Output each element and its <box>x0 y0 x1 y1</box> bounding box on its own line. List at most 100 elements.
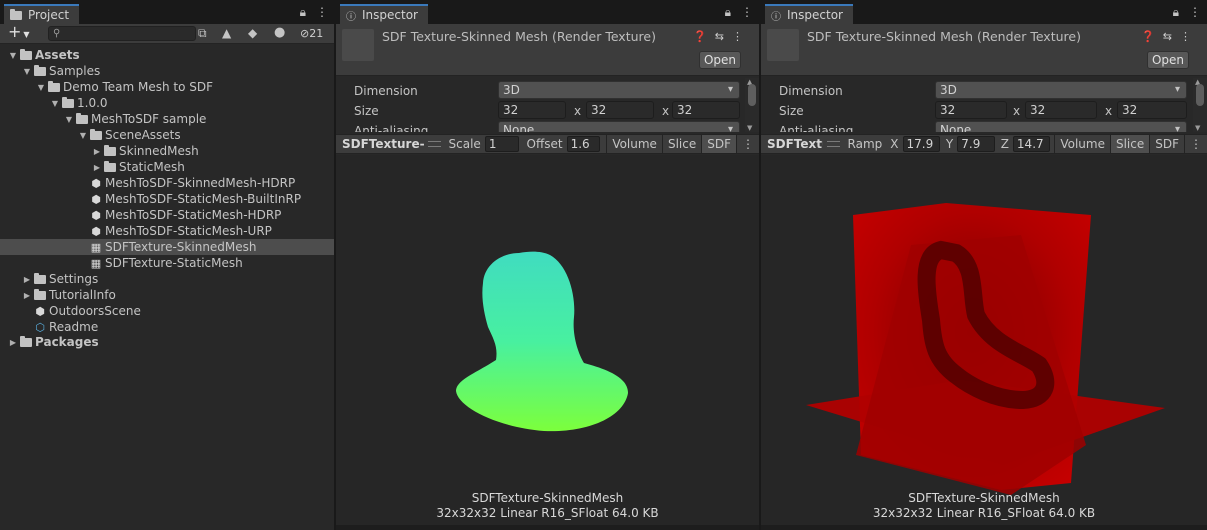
info-icon[interactable]: ● <box>274 25 285 40</box>
y-label: Y <box>945 137 954 151</box>
expand-arrow-icon[interactable]: ▼ <box>78 131 88 140</box>
y-field[interactable]: 7.9 <box>957 136 995 152</box>
kebab-menu-icon[interactable]: ⋮ <box>1180 30 1191 43</box>
scrollbar-thumb[interactable] <box>748 84 756 106</box>
collapse-arrow-icon[interactable]: ▶ <box>22 291 32 300</box>
size-x-field[interactable]: 32 <box>935 101 1007 119</box>
properties: Dimension 3D Size 32 x 32 x 32 Anti-alia… <box>761 78 1193 132</box>
tree-item[interactable]: ▦ SDFTexture-StaticMesh <box>0 255 334 271</box>
help-icon[interactable]: ❓ <box>1141 30 1155 43</box>
open-button[interactable]: Open <box>1147 51 1189 69</box>
collapse-arrow-icon[interactable]: ▶ <box>22 275 32 284</box>
kebab-menu-icon[interactable]: ⋮ <box>736 135 759 153</box>
offset-field[interactable]: 1.6 <box>566 136 601 152</box>
size-x-field[interactable]: 32 <box>498 101 566 119</box>
anti-aliasing-dropdown[interactable]: None <box>935 121 1187 132</box>
tree-item[interactable]: ⬢ OutdoorsScene <box>0 303 334 319</box>
tree-item[interactable]: ▶ Settings <box>0 271 334 287</box>
scroll-down-icon[interactable]: ▼ <box>1195 124 1200 132</box>
sdf-button[interactable]: SDF <box>1149 135 1184 153</box>
presets-icon[interactable]: ⇆ <box>1163 30 1172 43</box>
preview-name: SDFTexture-SkinnedMesh <box>767 137 823 151</box>
sdf-button[interactable]: SDF <box>701 135 736 153</box>
hidden-packages-button[interactable]: ⊘21 <box>300 27 323 40</box>
kebab-menu-icon[interactable]: ⋮ <box>1184 135 1207 153</box>
kebab-menu-icon[interactable]: ⋮ <box>316 6 328 18</box>
drag-handle-icon[interactable] <box>427 141 441 147</box>
filter-by-label-icon[interactable]: ◆ <box>248 26 257 40</box>
inspector-left-tab-label: Inspector <box>362 8 418 22</box>
tree-item[interactable]: ▼ Samples <box>0 63 334 79</box>
presets-icon[interactable]: ⇆ <box>715 30 724 43</box>
tree-item[interactable]: ▶ TutorialInfo <box>0 287 334 303</box>
size-z-field[interactable]: 32 <box>1117 101 1187 119</box>
search-input[interactable]: ⚲ <box>48 26 196 41</box>
search-by-type-icon[interactable]: ⧉ <box>198 26 207 41</box>
tree-item[interactable]: ⬡ Readme <box>0 319 334 335</box>
bottom-strip <box>761 525 1207 530</box>
tree-item[interactable]: ▶ SkinnedMesh <box>0 143 334 159</box>
ramp-button[interactable]: Ramp <box>848 137 883 151</box>
inspector-left-tab[interactable]: ⓘ Inspector <box>340 4 428 24</box>
size-y-field[interactable]: 32 <box>1025 101 1097 119</box>
expand-arrow-icon[interactable]: ▼ <box>64 115 74 124</box>
sdf-head-preview <box>456 251 628 432</box>
filter-by-type-icon[interactable]: ▲ <box>222 26 231 40</box>
create-button[interactable]: + ▼ <box>8 24 30 43</box>
properties-scrollbar[interactable]: ▲ ▼ <box>745 78 759 132</box>
collapse-arrow-icon[interactable]: ▶ <box>92 163 102 172</box>
folder-icon <box>104 160 116 172</box>
dimension-dropdown[interactable]: 3D <box>935 81 1187 99</box>
project-tab[interactable]: Project <box>4 4 80 24</box>
kebab-menu-icon[interactable]: ⋮ <box>741 6 753 18</box>
drag-handle-icon[interactable] <box>826 141 840 147</box>
tree-item[interactable]: ▦ SDFTexture-SkinnedMesh <box>0 239 334 255</box>
lock-icon[interactable]: 🔒︎ <box>300 6 306 18</box>
tree-item[interactable]: ⬢ MeshToSDF-StaticMesh-URP <box>0 223 334 239</box>
tree-item[interactable]: ▼ SceneAssets <box>0 127 334 143</box>
project-tab-controls: 🔒︎ ⋮ <box>300 6 328 18</box>
expand-arrow-icon[interactable]: ▼ <box>22 67 32 76</box>
tree-item[interactable]: ▼ Assets <box>0 47 334 63</box>
expand-arrow-icon[interactable]: ▼ <box>36 83 46 92</box>
volume-button[interactable]: Volume <box>606 135 662 153</box>
inspector-right-tab[interactable]: ⓘ Inspector <box>765 4 853 24</box>
slice-button[interactable]: Slice <box>1109 135 1150 153</box>
scrollbar-thumb[interactable] <box>1196 84 1204 106</box>
preview-area[interactable]: SDFTexture-SkinnedMesh 32x32x32 Linear R… <box>761 155 1207 530</box>
collapse-arrow-icon[interactable]: ▶ <box>92 147 102 156</box>
inspector-right: ⓘ Inspector 🔒︎ ⋮ SDF Texture-Skinned Mes… <box>761 0 1207 530</box>
sdf-slice-preview <box>806 203 1165 495</box>
tree-item[interactable]: ⬢ MeshToSDF-StaticMesh-HDRP <box>0 207 334 223</box>
expand-arrow-icon[interactable]: ▼ <box>8 51 18 60</box>
collapse-arrow-icon[interactable]: ▶ <box>8 338 18 347</box>
properties-scrollbar[interactable]: ▲ ▼ <box>1193 78 1207 132</box>
kebab-menu-icon[interactable]: ⋮ <box>1189 6 1201 18</box>
anti-aliasing-dropdown[interactable]: None <box>498 121 740 132</box>
tree-item[interactable]: ▼ MeshToSDF sample <box>0 111 334 127</box>
lock-icon[interactable]: 🔒︎ <box>1173 6 1179 18</box>
tree-item[interactable]: ▶ Packages <box>0 334 334 350</box>
preview-area[interactable]: SDFTexture-SkinnedMesh 32x32x32 Linear R… <box>336 155 759 530</box>
x-field[interactable]: 17.9 <box>902 136 940 152</box>
folder-icon <box>34 288 46 300</box>
size-y-field[interactable]: 32 <box>586 101 654 119</box>
expand-arrow-icon[interactable]: ▼ <box>50 99 60 108</box>
kebab-menu-icon[interactable]: ⋮ <box>732 30 743 43</box>
slice-button[interactable]: Slice <box>661 135 701 153</box>
tree-item[interactable]: ▼ 1.0.0 <box>0 95 334 111</box>
tree-item[interactable]: ▼ Demo Team Mesh to SDF <box>0 79 334 95</box>
z-field[interactable]: 14.7 <box>1012 136 1051 152</box>
scroll-down-icon[interactable]: ▼ <box>747 124 752 132</box>
tree-item[interactable]: ⬢ MeshToSDF-StaticMesh-BuiltInRP <box>0 191 334 207</box>
tree-item[interactable]: ▶ StaticMesh <box>0 159 334 175</box>
scale-field[interactable]: 1 <box>484 136 519 152</box>
tree-item-label: StaticMesh <box>119 160 185 174</box>
dimension-dropdown[interactable]: 3D <box>498 81 740 99</box>
lock-icon[interactable]: 🔒︎ <box>725 6 731 18</box>
help-icon[interactable]: ❓ <box>693 30 707 43</box>
volume-button[interactable]: Volume <box>1054 135 1110 153</box>
size-z-field[interactable]: 32 <box>672 101 740 119</box>
open-button[interactable]: Open <box>699 51 741 69</box>
tree-item[interactable]: ⬢ MeshToSDF-SkinnedMesh-HDRP <box>0 175 334 191</box>
